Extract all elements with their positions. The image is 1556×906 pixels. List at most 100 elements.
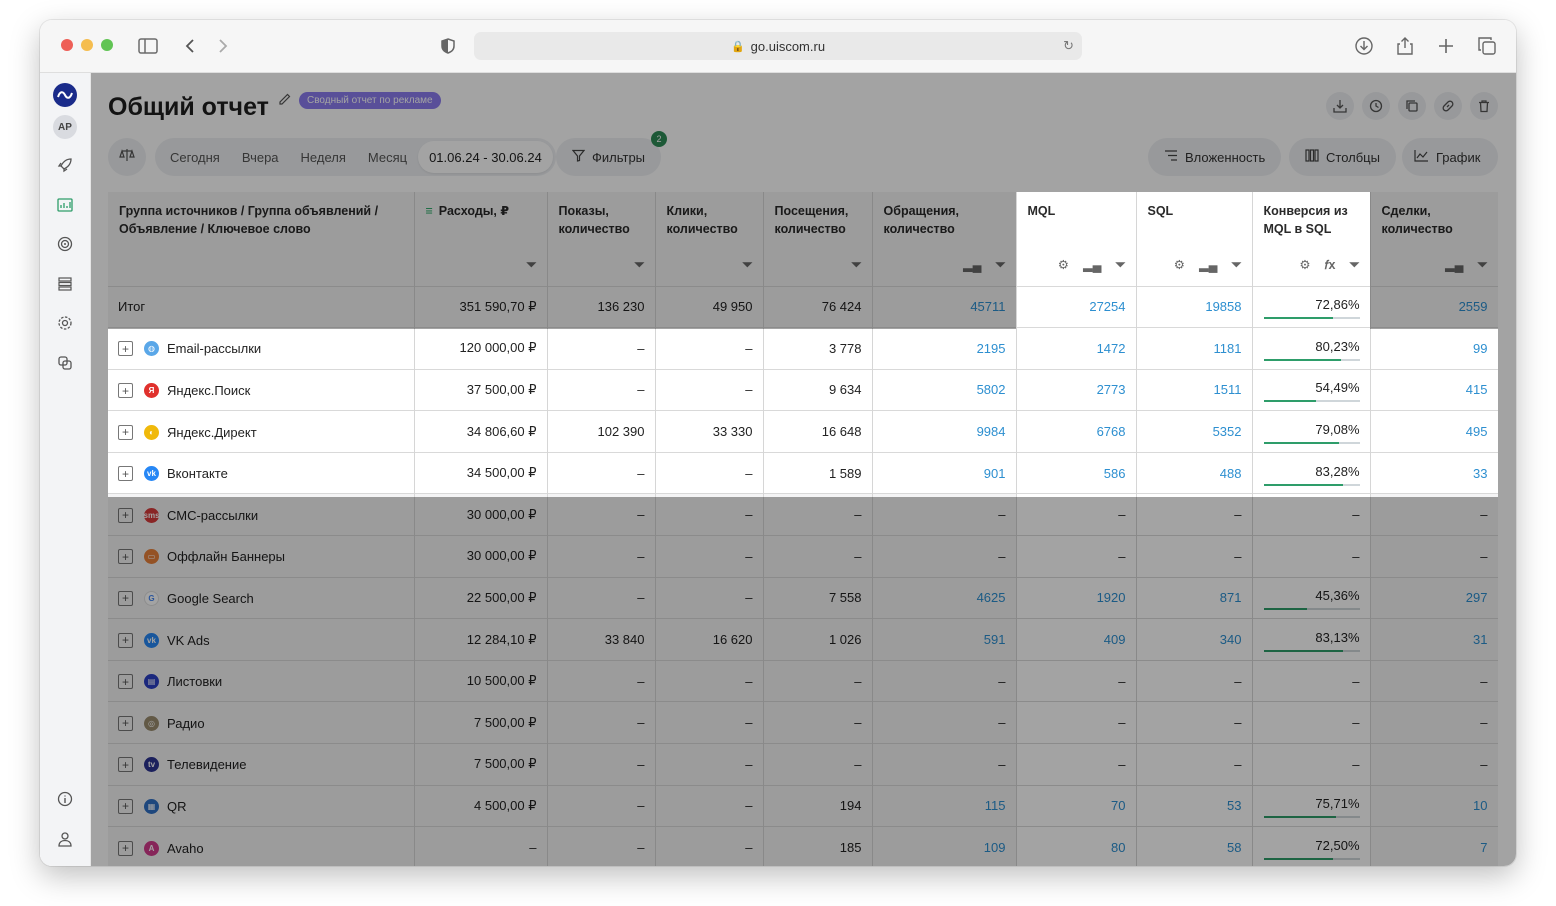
col-leads[interactable]: Обращения, количество ▂▄ ⏷ bbox=[872, 192, 1017, 286]
nesting-button[interactable]: Вложенность bbox=[1148, 138, 1282, 176]
leads-cell[interactable]: 5802 bbox=[872, 368, 1017, 411]
columns-button[interactable]: Столбцы bbox=[1289, 138, 1396, 176]
col-clicks[interactable]: Клики, количество ⏷ bbox=[655, 192, 764, 286]
sql-cell[interactable]: 871 bbox=[1136, 576, 1253, 619]
expand-row-button[interactable]: + bbox=[118, 632, 133, 648]
expand-row-button[interactable]: + bbox=[118, 840, 133, 856]
info-icon[interactable] bbox=[53, 787, 77, 811]
mql-cell[interactable]: 2773 bbox=[1016, 368, 1137, 411]
filter-icon[interactable]: ⏷ bbox=[851, 256, 861, 274]
list-icon[interactable] bbox=[53, 272, 77, 296]
sidebar-toggle-icon[interactable] bbox=[137, 35, 159, 57]
avatar[interactable]: AP bbox=[53, 115, 77, 139]
expand-row-button[interactable]: + bbox=[118, 674, 133, 690]
filters-button[interactable]: Фильтры 2 bbox=[556, 131, 668, 176]
expand-row-button[interactable]: + bbox=[118, 341, 133, 357]
table-row[interactable]: + ◎ Радио 7 500,00 ₽ – – – – – – – – bbox=[108, 701, 1498, 744]
mql-cell[interactable]: 70 bbox=[1016, 784, 1137, 827]
forward-icon[interactable] bbox=[212, 35, 234, 57]
sql-cell[interactable]: 488 bbox=[1136, 451, 1253, 494]
reload-icon[interactable]: ↻ bbox=[1063, 38, 1074, 54]
sql-cell[interactable]: 340 bbox=[1136, 618, 1253, 661]
edit-title-icon[interactable] bbox=[278, 92, 292, 111]
expand-row-button[interactable]: + bbox=[118, 424, 133, 440]
deals-cell[interactable]: 31 bbox=[1370, 618, 1498, 661]
col-impressions[interactable]: Показы, количество ⏷ bbox=[547, 192, 656, 286]
sql-cell[interactable]: 5352 bbox=[1136, 410, 1253, 453]
uis-logo-icon[interactable] bbox=[53, 83, 77, 107]
expand-row-button[interactable]: + bbox=[118, 590, 133, 606]
deals-cell[interactable]: 415 bbox=[1370, 368, 1498, 411]
sort-icon[interactable]: ≡ bbox=[426, 204, 433, 218]
mql-cell[interactable]: 80 bbox=[1016, 826, 1137, 866]
col-deals[interactable]: Сделки, количество ▂▄ ⏷ bbox=[1370, 192, 1498, 286]
reports-icon[interactable] bbox=[53, 193, 77, 217]
downloads-icon[interactable] bbox=[1353, 35, 1375, 57]
period-month[interactable]: Месяц bbox=[357, 138, 418, 176]
deals-cell[interactable]: 495 bbox=[1370, 410, 1498, 453]
integrations-icon[interactable] bbox=[53, 351, 77, 375]
expand-row-button[interactable]: + bbox=[118, 383, 133, 399]
back-icon[interactable] bbox=[179, 35, 201, 57]
user-icon[interactable] bbox=[53, 827, 77, 851]
schedule-icon[interactable] bbox=[1362, 92, 1390, 120]
leads-cell[interactable]: 115 bbox=[872, 784, 1017, 827]
signal-bars-icon[interactable]: ▂▄ bbox=[1199, 256, 1217, 274]
sql-cell[interactable]: 53 bbox=[1136, 784, 1253, 827]
signal-bars-icon[interactable]: ▂▄ bbox=[1445, 256, 1463, 274]
address-bar[interactable]: 🔒 go.uiscom.ru ↻ bbox=[474, 32, 1082, 60]
col-source-group[interactable]: Группа источников / Группа объявлений / … bbox=[108, 192, 415, 286]
filter-icon[interactable]: ⏷ bbox=[1477, 256, 1487, 274]
expand-row-button[interactable]: + bbox=[118, 715, 133, 731]
expand-row-button[interactable]: + bbox=[118, 549, 133, 565]
compare-button[interactable] bbox=[108, 138, 146, 176]
table-row[interactable]: + A Avaho – – –185 109 80 58 72,50% 7 bbox=[108, 826, 1498, 866]
col-cost[interactable]: ≡ Расходы, ₽ ⏷ bbox=[414, 192, 548, 286]
export-icon[interactable] bbox=[1326, 92, 1354, 120]
filter-icon[interactable]: ⏷ bbox=[1231, 256, 1241, 274]
table-row[interactable]: + ▤ Листовки 10 500,00 ₽ – – – – – – – – bbox=[108, 659, 1498, 702]
close-window-button[interactable] bbox=[61, 39, 73, 51]
leads-cell[interactable]: 109 bbox=[872, 826, 1017, 866]
filter-icon[interactable]: ⏷ bbox=[995, 256, 1005, 274]
col-mql[interactable]: MQL ⚙ ▂▄ ⏷ bbox=[1016, 192, 1137, 286]
leads-cell[interactable]: 591 bbox=[872, 618, 1017, 661]
table-row[interactable]: + Я Яндекс.Поиск 37 500,00 ₽ – –9 634 5802 2773… bbox=[108, 368, 1498, 411]
delete-icon[interactable] bbox=[1470, 92, 1498, 120]
period-week[interactable]: Неделя bbox=[290, 138, 357, 176]
col-conversion[interactable]: Конверсия из MQL в SQL ⚙ 𝑓x ⏷ bbox=[1252, 192, 1371, 286]
table-row[interactable]: + ▭ Оффлайн Баннеры 30 000,00 ₽ – – – – – – – – bbox=[108, 535, 1498, 578]
filter-icon[interactable]: ⏷ bbox=[742, 256, 752, 274]
table-row[interactable]: + vk VK Ads 12 284,10 ₽33 840 16 620 1 026 591… bbox=[108, 618, 1498, 661]
tab-overview-icon[interactable] bbox=[1476, 35, 1498, 57]
deals-cell[interactable]: 7 bbox=[1370, 826, 1498, 866]
total-mql[interactable]: 27254 bbox=[1016, 285, 1137, 328]
signal-bars-icon[interactable]: ▂▄ bbox=[1083, 256, 1101, 274]
table-row[interactable]: + ◐ Яндекс.Директ 34 806,60 ₽102 390 33 330 1… bbox=[108, 410, 1498, 453]
gear-icon[interactable] bbox=[53, 311, 77, 335]
total-leads[interactable]: 45711 bbox=[872, 285, 1017, 328]
filter-icon[interactable]: ⏷ bbox=[526, 256, 536, 274]
chart-button[interactable]: График bbox=[1402, 138, 1498, 176]
mql-cell[interactable]: 586 bbox=[1016, 451, 1137, 494]
minimize-window-button[interactable] bbox=[81, 39, 93, 51]
expand-row-button[interactable]: + bbox=[118, 466, 133, 482]
gear-icon[interactable]: ⚙ bbox=[1058, 256, 1069, 274]
target-icon[interactable] bbox=[53, 232, 77, 256]
filter-icon[interactable]: ⏷ bbox=[1115, 256, 1125, 274]
leads-cell[interactable]: 4625 bbox=[872, 576, 1017, 619]
zoom-window-button[interactable] bbox=[101, 39, 113, 51]
expand-row-button[interactable]: + bbox=[118, 507, 133, 523]
rocket-icon[interactable] bbox=[53, 153, 77, 177]
copy-icon[interactable] bbox=[1398, 92, 1426, 120]
expand-row-button[interactable]: + bbox=[118, 798, 133, 814]
sql-cell[interactable]: 1181 bbox=[1136, 327, 1253, 370]
period-yesterday[interactable]: Вчера bbox=[231, 138, 290, 176]
mql-cell[interactable]: 6768 bbox=[1016, 410, 1137, 453]
formula-icon[interactable]: 𝑓x bbox=[1325, 256, 1336, 274]
expand-row-button[interactable]: + bbox=[118, 757, 133, 773]
leads-cell[interactable]: 901 bbox=[872, 451, 1017, 494]
deals-cell[interactable]: 10 bbox=[1370, 784, 1498, 827]
privacy-shield-icon[interactable] bbox=[437, 35, 459, 57]
table-row[interactable]: + G Google Search 22 500,00 ₽ – –7 558 4625 192… bbox=[108, 576, 1498, 619]
